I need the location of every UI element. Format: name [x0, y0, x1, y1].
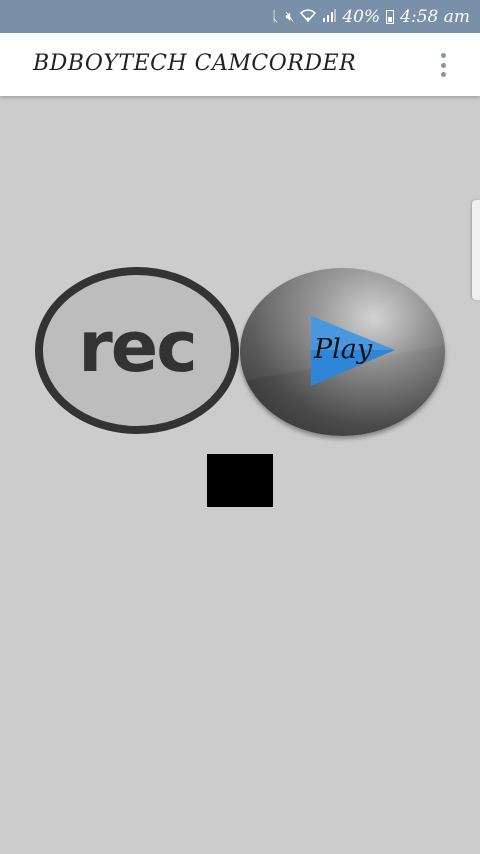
wifi-icon: [300, 8, 317, 26]
scrollbar-handle[interactable]: [472, 200, 480, 300]
rec-label: rec: [78, 305, 198, 388]
status-bar: ᚳ 🔇︎ 40% 4:58 am: [0, 0, 480, 33]
stop-button[interactable]: [207, 454, 273, 507]
battery-icon: [386, 9, 395, 24]
status-indicators: ᚳ 🔇︎ 40% 4:58 am: [271, 0, 470, 33]
app-title: BDBOYTECH CAMCORDER: [33, 51, 357, 76]
status-time: 4:58 am: [400, 6, 470, 27]
rec-button[interactable]: rec: [35, 267, 239, 434]
more-vert-icon[interactable]: [436, 53, 450, 77]
mute-icon: 🔇︎: [285, 8, 295, 25]
battery-percent: 40%: [342, 6, 381, 27]
app-bar: BDBOYTECH CAMCORDER: [0, 33, 480, 96]
signal-icon: [322, 8, 337, 26]
bluetooth-icon: ᚳ: [271, 8, 280, 25]
play-label: Play: [314, 334, 373, 365]
play-button[interactable]: Play: [240, 268, 445, 436]
